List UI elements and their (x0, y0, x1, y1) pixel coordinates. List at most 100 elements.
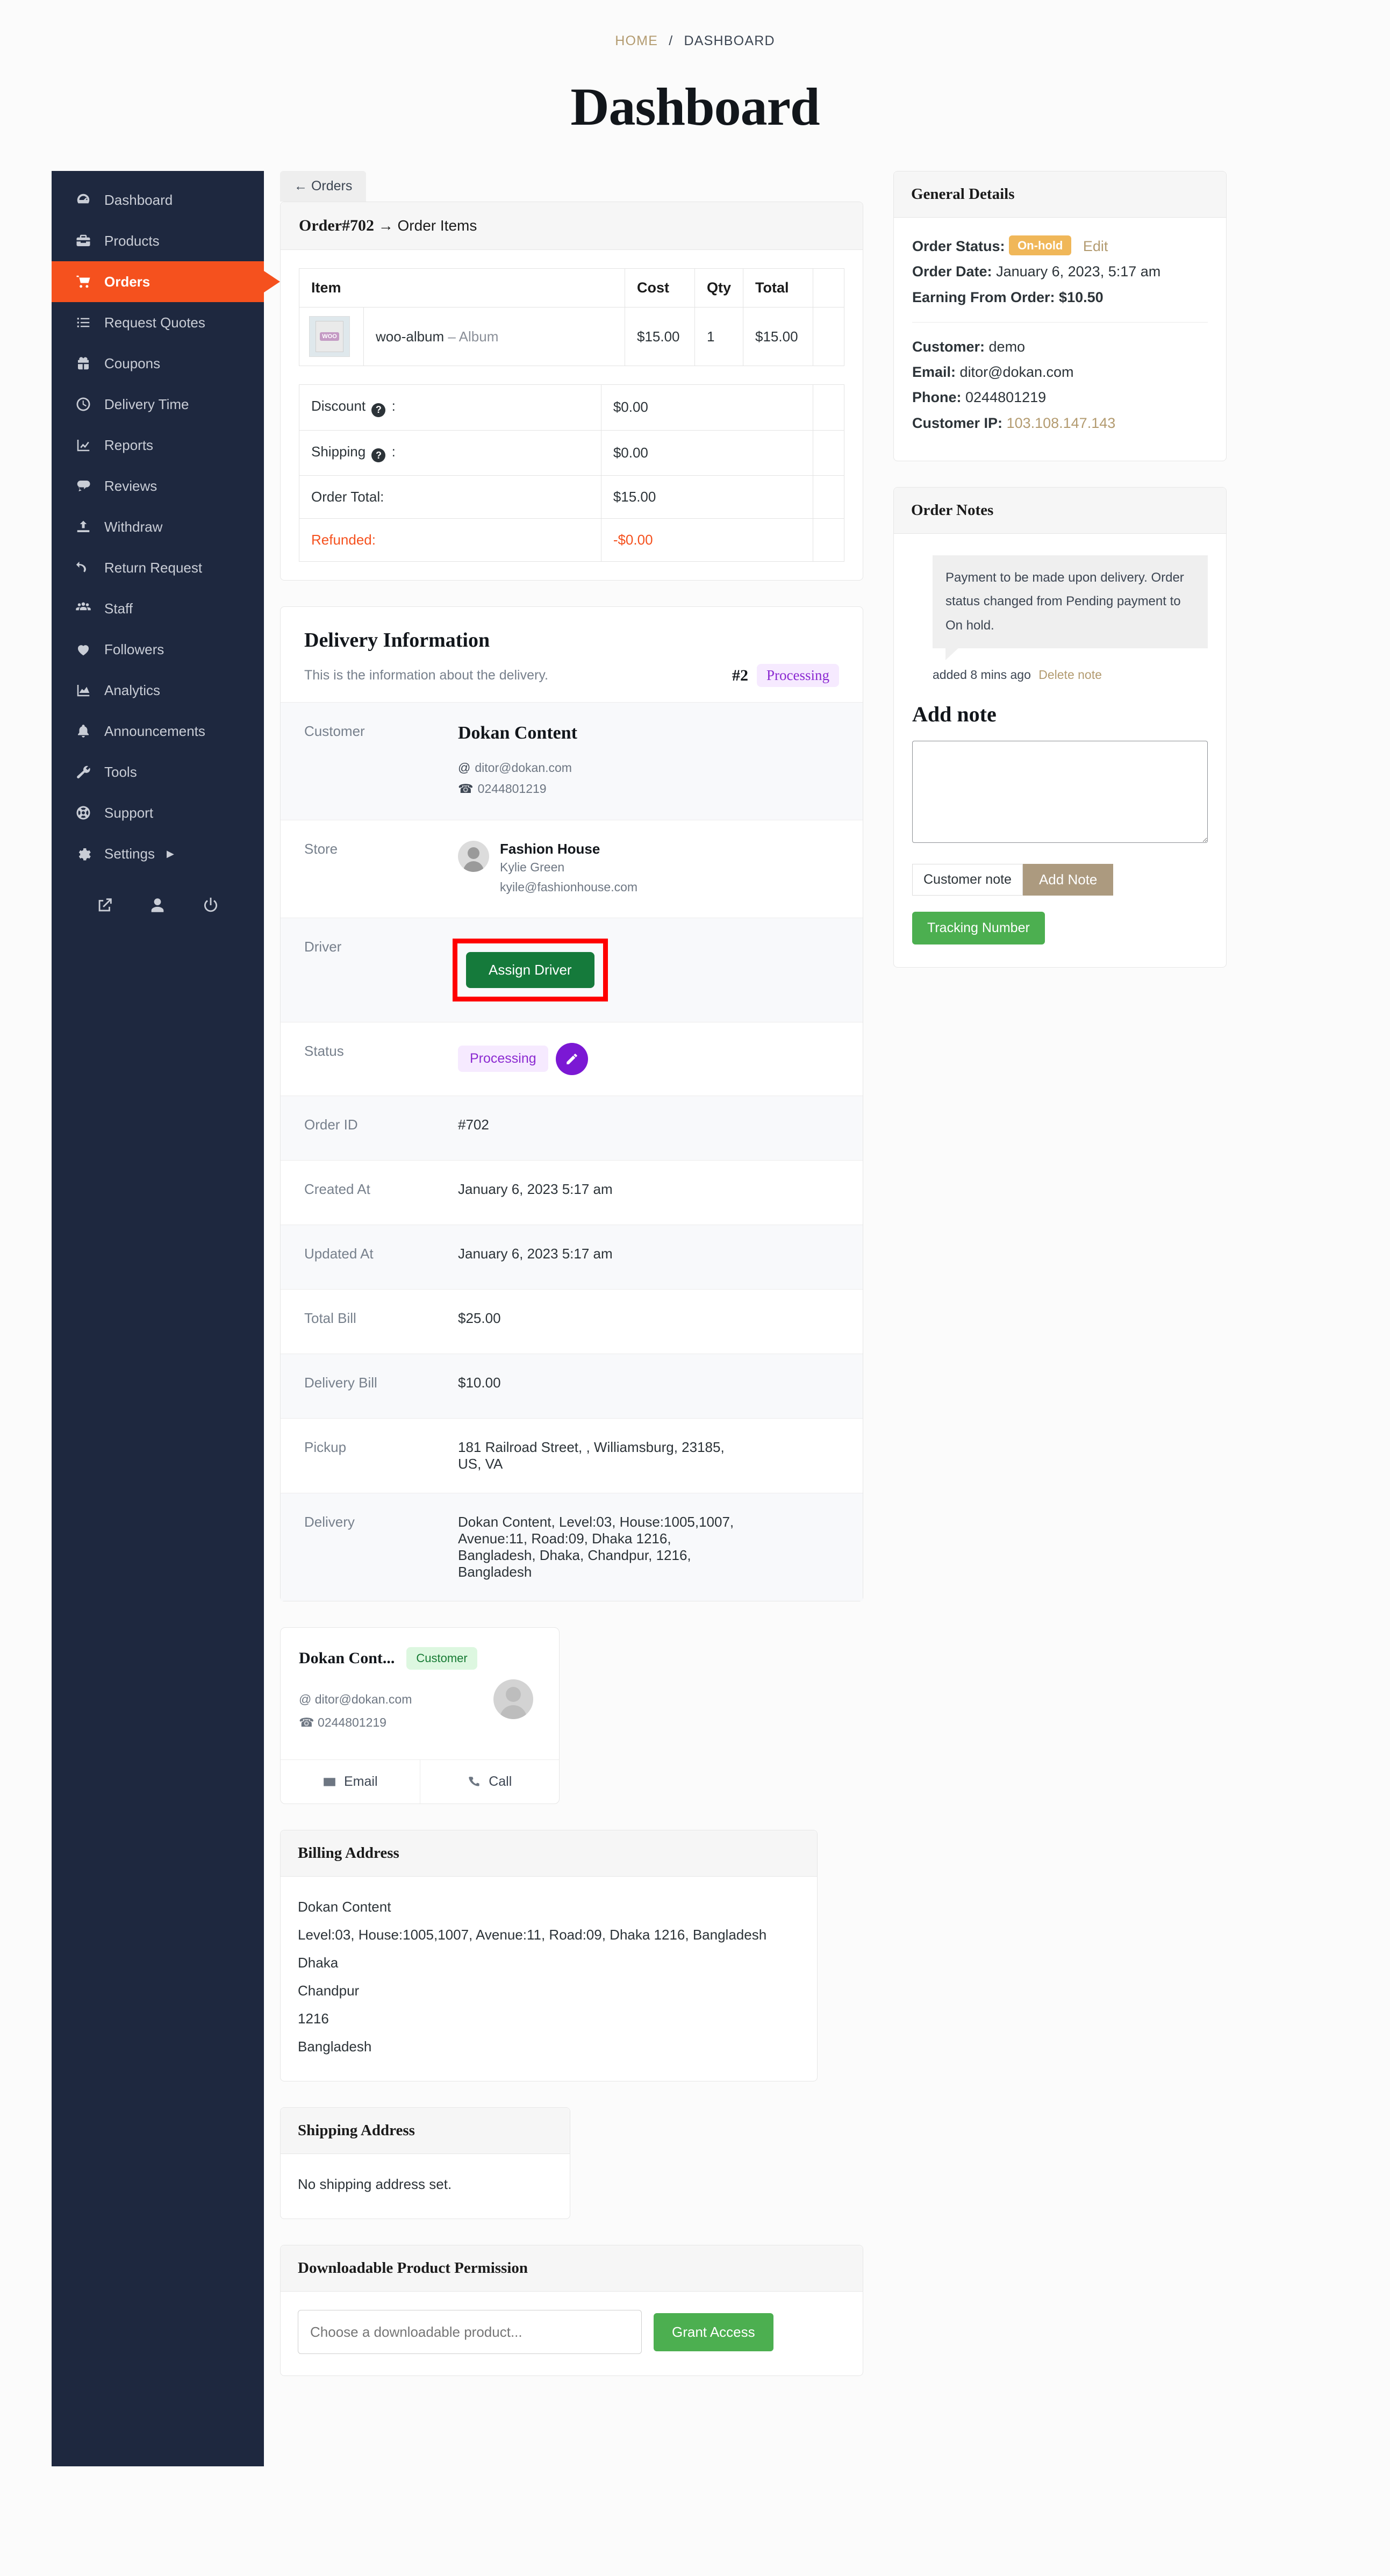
order-total-label: Order Total: (299, 475, 601, 519)
gear-icon (75, 846, 104, 862)
delivery-row-pickup: Pickup 181 Railroad Street, , Williamsbu… (281, 1419, 863, 1493)
customer-value: demo (988, 338, 1026, 355)
user-icon[interactable] (148, 896, 167, 917)
email-label: Email: (912, 364, 956, 380)
assign-driver-button[interactable]: Assign Driver (466, 951, 594, 988)
driver-label: Driver (304, 938, 342, 955)
upload-icon (75, 519, 104, 535)
created-at-label: Created At (304, 1180, 370, 1197)
pickup-label: Pickup (304, 1439, 347, 1455)
status-value: Processing (458, 1022, 863, 1096)
totals-row-refunded: Refunded: -$0.00 (299, 518, 844, 562)
discount-value: $0.00 (600, 384, 814, 431)
undo-icon (75, 560, 104, 576)
edit-status-link[interactable]: Edit (1083, 238, 1108, 254)
add-note-button[interactable]: Add Note (1022, 863, 1114, 896)
tracking-number-button[interactable]: Tracking Number (912, 911, 1045, 944)
sidebar-item-settings[interactable]: Settings ▶ (52, 833, 264, 874)
note-type-select[interactable]: Customer note (912, 863, 1023, 896)
customer-ip-row: Customer IP: 103.108.147.143 (912, 411, 1208, 436)
store-email: kyile@fashionhouse.com (500, 879, 638, 894)
order-total-pad (813, 475, 844, 519)
customer-card-name: Dokan Cont... (299, 1649, 395, 1667)
product-dash: – (444, 328, 459, 345)
delivery-address-value: Dokan Content, Level:03, House:1005,1007… (458, 1513, 734, 1580)
totals-row-shipping: Shipping ? : $0.00 (299, 430, 844, 476)
sidebar-item-staff[interactable]: Staff (52, 588, 264, 629)
help-icon[interactable]: ? (371, 448, 386, 462)
sidebar-item-reports[interactable]: Reports (52, 425, 264, 466)
list-icon (75, 314, 104, 331)
sidebar-item-request-quotes[interactable]: Request Quotes (52, 302, 264, 343)
breadcrumb-home-link[interactable]: HOME (615, 33, 658, 48)
sidebar-item-return-request[interactable]: Return Request (52, 547, 264, 588)
sidebar-item-label: Followers (104, 641, 164, 657)
sidebar-item-orders[interactable]: Orders (52, 261, 264, 302)
product-total: $15.00 (743, 307, 813, 366)
delivery-information-title: Delivery Information (304, 629, 490, 652)
sidebar-item-analytics[interactable]: Analytics (52, 670, 264, 711)
total-bill-value: $25.00 (458, 1310, 501, 1326)
sidebar-item-label: Announcements (104, 722, 205, 739)
content-area: ← Orders Order#702 → Order Items Item Co… (264, 171, 1390, 2377)
delete-note-link[interactable]: Delete note (1038, 668, 1102, 682)
sidebar-item-withdraw[interactable]: Withdraw (52, 506, 264, 547)
sidebar-item-announcements[interactable]: Announcements (52, 711, 264, 752)
sidebar-item-followers[interactable]: Followers (52, 629, 264, 670)
sidebar-item-label: Reviews (104, 477, 157, 494)
earning-value: $10.50 (1059, 289, 1104, 305)
dashboard-page: HOME / DASHBOARD Dashboard Dashboard Pro… (0, 0, 1390, 2576)
sidebar-item-delivery-time[interactable]: Delivery Time (52, 384, 264, 425)
customer-contact-actions: Email Call (281, 1759, 559, 1804)
sidebar-item-label: Support (104, 804, 154, 821)
discount-label-cell: Discount ? : (299, 384, 601, 431)
woo-logo-label: WOO (320, 332, 339, 341)
order-id-value: #702 (458, 1116, 489, 1133)
sidebar-item-tools[interactable]: Tools (52, 752, 264, 792)
divider (912, 321, 1208, 323)
email-value: ditor@dokan.com (959, 364, 1074, 380)
external-link-icon[interactable] (96, 896, 114, 917)
power-icon[interactable] (202, 896, 220, 917)
grant-access-button[interactable]: Grant Access (654, 2313, 773, 2351)
customer-contact-card: Dokan Cont... Customer @ ditor@dokan.com… (280, 1627, 560, 1805)
call-customer-button[interactable]: Call (419, 1760, 560, 1804)
store-owner: Kylie Green (500, 860, 565, 875)
sidebar-item-label: Withdraw (104, 518, 163, 535)
bell-icon (75, 723, 104, 739)
customer-email: ditor@dokan.com (475, 761, 572, 775)
customer-ip-value[interactable]: 103.108.147.143 (1007, 415, 1116, 431)
status-badge: Processing (458, 1046, 548, 1072)
envelope-icon (324, 1778, 335, 1786)
edit-status-button[interactable] (555, 1042, 588, 1075)
sidebar-item-label: Dashboard (104, 191, 173, 208)
totals-row-order-total: Order Total: $15.00 (299, 475, 844, 519)
at-icon: @ (299, 1692, 312, 1706)
delivery-row-customer: Customer Dokan Content @ ditor@dokan.com … (281, 703, 863, 821)
billing-line: Chandpur (298, 1983, 360, 1999)
product-name[interactable]: woo-album (376, 328, 444, 345)
lifebuoy-icon (75, 805, 104, 821)
email-customer-button[interactable]: Email (281, 1760, 420, 1804)
assign-driver-highlight: Assign Driver (453, 938, 608, 1001)
back-to-orders-button[interactable]: ← Orders (280, 171, 367, 202)
column-header-cost: Cost (624, 268, 695, 307)
discount-label: Discount (311, 398, 366, 414)
sidebar-item-support[interactable]: Support (52, 792, 264, 833)
sidebar-item-coupons[interactable]: Coupons (52, 343, 264, 384)
general-details-body: Order Status: On-hold Edit Order Date: J… (894, 218, 1226, 461)
customer-phone: 0244801219 (477, 782, 547, 796)
downloadable-product-input[interactable] (298, 2310, 642, 2355)
downloadable-permission-body: Grant Access (281, 2292, 863, 2375)
order-items-card-title: Order#702 → Order Items (281, 202, 863, 250)
help-icon[interactable]: ? (371, 403, 386, 417)
order-items-card: Order#702 → Order Items Item Cost Qty To… (280, 202, 863, 581)
add-note-textarea[interactable] (912, 740, 1208, 843)
sidebar-item-dashboard[interactable]: Dashboard (52, 180, 264, 220)
discount-colon: : (391, 398, 396, 414)
downloadable-permission-title: Downloadable Product Permission (281, 2245, 863, 2292)
sidebar-item-label: Delivery Time (104, 396, 189, 412)
sidebar-item-reviews[interactable]: Reviews (52, 466, 264, 506)
delivery-number: #2 (732, 666, 748, 684)
sidebar-item-products[interactable]: Products (52, 220, 264, 261)
